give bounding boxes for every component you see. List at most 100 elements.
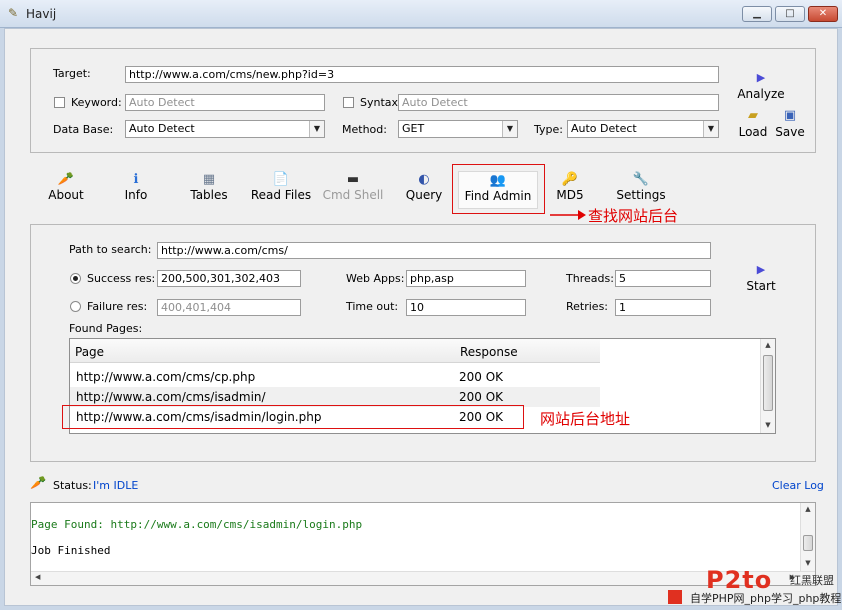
column-header-page[interactable]: Page (75, 345, 104, 359)
row-response: 200 OK (459, 390, 504, 404)
carrot-icon: 🥕 (57, 172, 75, 187)
log-line: Page Found: http://www.a.com/cms/isadmin… (31, 518, 363, 531)
watermark: P2to 红黑联盟 自学PHP网_php学习_php教程 (668, 566, 842, 610)
tab-info-label: Info (124, 188, 148, 202)
scroll-down-icon[interactable]: ▼ (761, 421, 775, 429)
tab-read-files[interactable]: 📄 Read Files (248, 171, 314, 209)
tab-about[interactable]: 🥕 About (38, 171, 94, 209)
time-out-label: Time out: (346, 300, 399, 313)
type-label: Type: (534, 123, 563, 136)
web-apps-input[interactable]: php,asp (406, 270, 526, 287)
save-button[interactable]: ▣ Save (773, 108, 807, 139)
clear-log-link[interactable]: Clear Log (772, 479, 824, 492)
watermark-tagline: 自学PHP网_php学习_php教程 (690, 592, 842, 605)
chevron-down-icon: ▼ (703, 121, 718, 137)
play-icon: ▶ (756, 263, 766, 276)
syntax-checkbox[interactable] (343, 97, 354, 108)
success-res-label: Success res: (87, 272, 156, 285)
keyword-label: Keyword: (71, 96, 122, 109)
tab-tables-label: Tables (190, 188, 228, 202)
database-value: Auto Detect (129, 122, 195, 135)
table-row[interactable]: http://www.a.com/cms/isadmin/ 200 OK (70, 387, 600, 407)
file-icon: 📄 (272, 172, 290, 187)
keyword-input[interactable]: Auto Detect (125, 94, 325, 111)
close-button[interactable]: ✕ (808, 6, 838, 22)
scroll-up-icon[interactable]: ▲ (761, 341, 775, 349)
found-pages-label: Found Pages: (69, 322, 143, 335)
title-bar: ✎ Havij ▁ □ ✕ (0, 0, 842, 28)
watermark-badge (668, 590, 682, 604)
method-select[interactable]: GET ▼ (398, 120, 518, 138)
start-button[interactable]: ▶ Start (740, 262, 782, 293)
method-label: Method: (342, 123, 387, 136)
tab-md5[interactable]: 🔑 MD5 (548, 171, 592, 209)
terminal-icon: ▬ (346, 172, 360, 187)
type-select[interactable]: Auto Detect ▼ (567, 120, 719, 138)
retries-input[interactable]: 1 (615, 299, 711, 316)
folder-icon: ▰ (748, 108, 758, 123)
key-icon: 🔑 (561, 172, 579, 187)
table-header: Page Response (70, 339, 600, 363)
scroll-left-icon[interactable]: ◀ (35, 573, 40, 581)
web-apps-label: Web Apps: (346, 272, 405, 285)
method-value: GET (402, 122, 425, 135)
scroll-up-icon[interactable]: ▲ (801, 505, 815, 513)
status-value: I'm IDLE (93, 479, 139, 492)
analyze-button[interactable]: ▶ Analyze (737, 70, 785, 101)
scroll-down-icon[interactable]: ▼ (801, 559, 815, 567)
window-title: Havij (26, 7, 57, 21)
wrench-icon: 🔧 (632, 172, 650, 187)
tab-tables[interactable]: ▦ Tables (180, 171, 238, 209)
type-value: Auto Detect (571, 122, 637, 135)
log-scrollbar[interactable]: ▲ ▼ (800, 503, 815, 571)
minimize-button[interactable]: ▁ (742, 6, 772, 22)
tab-info[interactable]: ℹ Info (110, 171, 162, 209)
load-button[interactable]: ▰ Load (736, 108, 770, 139)
analyze-label: Analyze (737, 87, 785, 101)
floppy-disk-icon: ▣ (783, 108, 797, 123)
threads-input[interactable]: 5 (615, 270, 711, 287)
maximize-button[interactable]: □ (775, 6, 805, 22)
target-label: Target: (53, 67, 91, 80)
scroll-thumb[interactable] (803, 535, 813, 551)
save-label: Save (775, 125, 805, 139)
play-icon: ▶ (756, 71, 766, 84)
failure-res-radio[interactable] (70, 301, 81, 312)
tab-cmd-shell-label: Cmd Shell (322, 188, 384, 202)
havij-app-icon: ✎ (8, 6, 19, 20)
failure-res-input[interactable]: 400,401,404 (157, 299, 301, 316)
path-to-search-input[interactable]: http://www.a.com/cms/ (157, 242, 711, 259)
admin-address-annotation: 网站后台地址 (540, 410, 631, 428)
row-response: 200 OK (459, 370, 504, 384)
database-label: Data Base: (53, 123, 114, 136)
info-icon: ℹ (133, 172, 139, 187)
tab-md5-label: MD5 (556, 188, 584, 202)
scroll-thumb[interactable] (763, 355, 773, 411)
start-label: Start (746, 279, 776, 293)
time-out-input[interactable]: 10 (406, 299, 526, 316)
path-to-search-label: Path to search: (69, 243, 152, 256)
target-input[interactable]: http://www.a.com/cms/new.php?id=3 (125, 66, 719, 83)
database-select[interactable]: Auto Detect ▼ (125, 120, 325, 138)
find-admin-highlight (452, 164, 545, 214)
tab-settings-label: Settings (616, 188, 666, 202)
chevron-down-icon: ▼ (502, 121, 517, 137)
tab-about-label: About (48, 188, 84, 202)
tab-read-files-label: Read Files (250, 188, 312, 202)
annotation-arrow (550, 210, 586, 220)
syntax-input[interactable]: Auto Detect (398, 94, 719, 111)
table-row[interactable]: http://www.a.com/cms/cp.php 200 OK (70, 367, 600, 387)
find-admin-annotation: 查找网站后台 (588, 207, 679, 225)
status-label: Status: (53, 479, 92, 492)
success-res-input[interactable]: 200,500,301,302,403 (157, 270, 301, 287)
admin-address-highlight (62, 405, 524, 429)
table-scrollbar[interactable]: ▲ ▼ (760, 339, 775, 433)
tab-cmd-shell[interactable]: ▬ Cmd Shell (320, 171, 386, 209)
tab-settings[interactable]: 🔧 Settings (612, 171, 670, 209)
keyword-checkbox[interactable] (54, 97, 65, 108)
success-res-radio[interactable] (70, 273, 81, 284)
column-header-response[interactable]: Response (460, 345, 518, 359)
tab-query[interactable]: ◐ Query (400, 171, 448, 209)
syntax-label: Syntax: (360, 96, 402, 109)
query-icon: ◐ (418, 172, 430, 187)
